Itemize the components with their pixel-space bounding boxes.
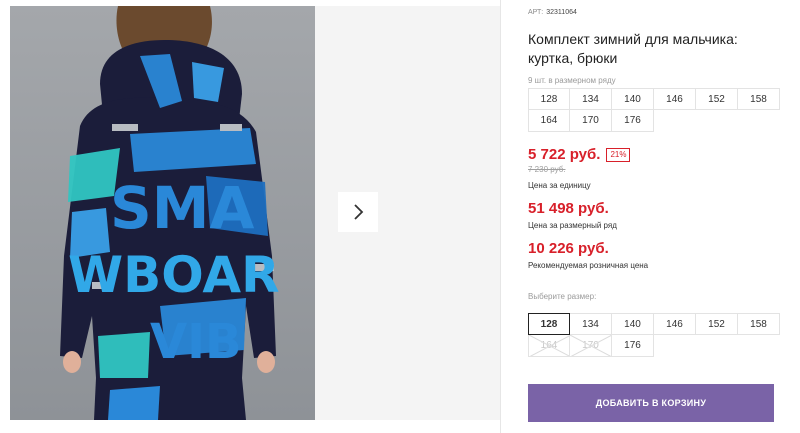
- unit-price: 5 722 руб.: [528, 146, 601, 163]
- size-option-158[interactable]: 158: [738, 313, 780, 335]
- row-size-cell: 164: [528, 110, 570, 132]
- row-price-label: Цена за размерный ряд: [528, 221, 617, 230]
- size-picker-label: Выберите размер:: [528, 292, 597, 301]
- row-size-cell: 140: [612, 88, 654, 110]
- article-number: 32311064: [546, 9, 577, 16]
- product-photo-illustration: SMA WBOAR VIB: [10, 6, 315, 420]
- row-size-cell: 152: [696, 88, 738, 110]
- row-size-cell: 176: [612, 110, 654, 132]
- photo-lettering-2: WBOAR: [68, 246, 280, 304]
- row-size-cell: 128: [528, 88, 570, 110]
- discount-badge: 21%: [606, 147, 631, 162]
- unit-price-line: 5 722 руб. 21%: [528, 146, 631, 163]
- size-option-152[interactable]: 152: [696, 313, 738, 335]
- size-picker: 128 134 140 146 152 158 164 170 176: [528, 313, 780, 357]
- column-divider: [500, 0, 501, 433]
- gallery-next-button[interactable]: [338, 192, 378, 232]
- row-size-cell: 134: [570, 88, 612, 110]
- size-option-146[interactable]: 146: [654, 313, 696, 335]
- product-title: Комплект зимний для мальчика: куртка, бр…: [528, 31, 738, 66]
- row-size-cell: 146: [654, 88, 696, 110]
- cross-out-icon: [529, 335, 569, 356]
- size-option-128[interactable]: 128: [528, 313, 570, 335]
- add-to-cart-button[interactable]: ДОБАВИТЬ В КОРЗИНУ: [528, 384, 774, 422]
- row-size-cell: 158: [738, 88, 780, 110]
- article-prefix: АРТ:: [528, 9, 544, 16]
- photo-lettering-3: VIB: [150, 314, 242, 370]
- size-option-170-unavailable: 170: [570, 335, 612, 357]
- product-photo: SMA WBOAR VIB: [10, 6, 315, 420]
- chevron-right-icon: [354, 204, 364, 220]
- product-gallery: SMA WBOAR VIB: [0, 0, 500, 433]
- size-option-140[interactable]: 140: [612, 313, 654, 335]
- old-price: 7 230 руб.: [528, 165, 566, 174]
- row-size-cell: 170: [570, 110, 612, 132]
- size-option-164-unavailable: 164: [528, 335, 570, 357]
- photo-lettering-1: SMA: [110, 174, 254, 242]
- row-count: 9 шт. в размерном ряду: [528, 76, 616, 85]
- size-option-134[interactable]: 134: [570, 313, 612, 335]
- size-option-176[interactable]: 176: [612, 335, 654, 357]
- cross-out-icon: [570, 335, 611, 356]
- unit-price-label: Цена за единицу: [528, 181, 591, 190]
- row-price: 51 498 руб.: [528, 200, 609, 217]
- size-row-grid: 128 134 140 146 152 158 164 170 176: [528, 88, 780, 132]
- rrp-price: 10 226 руб.: [528, 240, 609, 257]
- article-line: АРТ: 32311064: [528, 9, 577, 16]
- rrp-price-label: Рекомендуемая розничная цена: [528, 261, 649, 270]
